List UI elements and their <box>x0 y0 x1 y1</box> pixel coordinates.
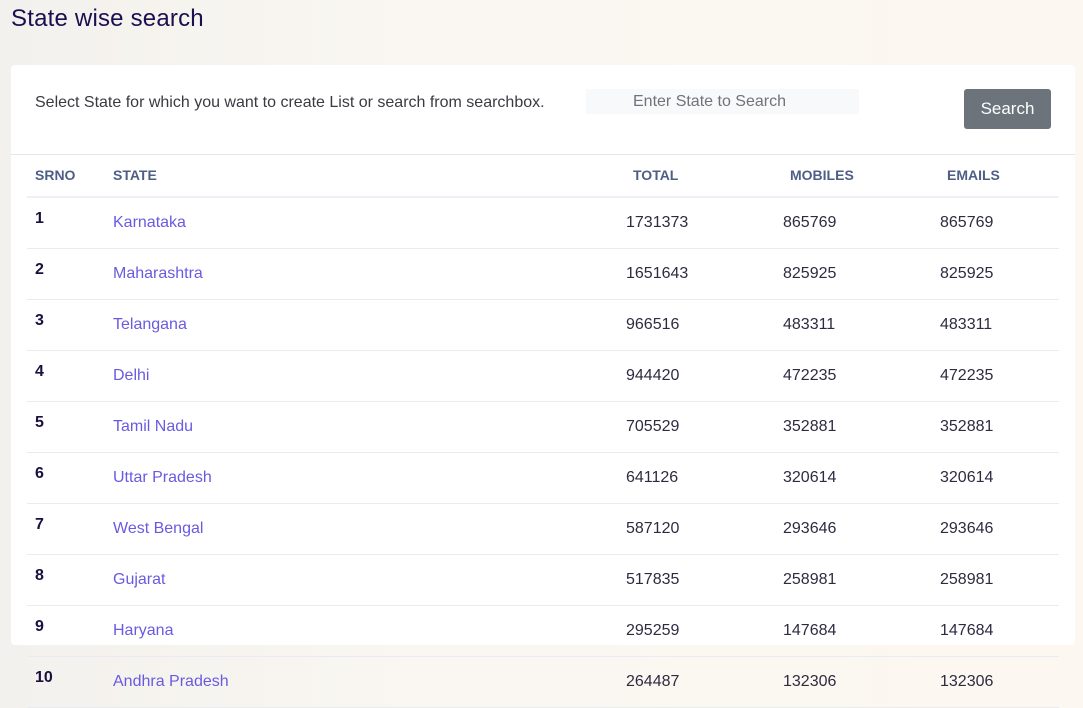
cell-mobiles: 293646 <box>783 503 940 555</box>
table-row: 1 Karnataka 1731373 865769 865769 <box>27 197 1059 249</box>
cell-state: Delhi <box>113 350 626 402</box>
state-link[interactable]: Gujarat <box>113 571 165 588</box>
cell-mobiles: 825925 <box>783 248 940 300</box>
cell-total: 517835 <box>626 554 783 606</box>
cell-total: 705529 <box>626 401 783 453</box>
search-button[interactable]: Search <box>964 89 1051 129</box>
state-link[interactable]: Uttar Pradesh <box>113 469 212 486</box>
state-link[interactable]: Haryana <box>113 622 173 639</box>
cell-emails: 825925 <box>940 248 1059 300</box>
cell-emails: 320614 <box>940 452 1059 504</box>
cell-total: 264487 <box>626 656 783 708</box>
cell-state: West Bengal <box>113 503 626 555</box>
cell-emails: 472235 <box>940 350 1059 402</box>
cell-total: 966516 <box>626 299 783 351</box>
cell-state: Gujarat <box>113 554 626 606</box>
cell-state: Uttar Pradesh <box>113 452 626 504</box>
cell-state: Maharashtra <box>113 248 626 300</box>
cell-mobiles: 352881 <box>783 401 940 453</box>
state-link[interactable]: Telangana <box>113 316 187 333</box>
cell-mobiles: 258981 <box>783 554 940 606</box>
cell-mobiles: 147684 <box>783 605 940 657</box>
cell-state: Haryana <box>113 605 626 657</box>
page-title: State wise search <box>11 5 204 32</box>
cell-state: Karnataka <box>113 197 626 249</box>
table-row: 4 Delhi 944420 472235 472235 <box>27 350 1059 402</box>
cell-emails: 865769 <box>940 197 1059 249</box>
state-link[interactable]: West Bengal <box>113 520 203 537</box>
cell-srno: 6 <box>27 452 113 504</box>
cell-mobiles: 483311 <box>783 299 940 351</box>
cell-mobiles: 865769 <box>783 197 940 249</box>
cell-emails: 352881 <box>940 401 1059 453</box>
cell-total: 587120 <box>626 503 783 555</box>
table-row: 5 Tamil Nadu 705529 352881 352881 <box>27 401 1059 453</box>
cell-mobiles: 132306 <box>783 656 940 708</box>
cell-srno: 10 <box>27 656 113 708</box>
state-search-card: Select State for which you want to creat… <box>11 65 1075 708</box>
table-row: 9 Haryana 295259 147684 147684 <box>27 605 1059 657</box>
cell-total: 641126 <box>626 452 783 504</box>
cell-total: 944420 <box>626 350 783 402</box>
cell-srno: 7 <box>27 503 113 555</box>
cell-mobiles: 320614 <box>783 452 940 504</box>
cell-emails: 147684 <box>940 605 1059 657</box>
table-row: 10 Andhra Pradesh 264487 132306 132306 <box>27 656 1059 708</box>
table-row: 3 Telangana 966516 483311 483311 <box>27 299 1059 351</box>
state-link[interactable]: Andhra Pradesh <box>113 673 229 690</box>
cell-srno: 3 <box>27 299 113 351</box>
table-header-row: SRNO STATE TOTAL MOBILES EMAILS <box>27 154 1059 198</box>
column-header-srno: SRNO <box>27 154 113 198</box>
search-bar: Select State for which you want to creat… <box>11 65 1075 155</box>
cell-total: 1731373 <box>626 197 783 249</box>
state-search-input[interactable] <box>586 89 859 114</box>
cell-srno: 9 <box>27 605 113 657</box>
table-body: 1 Karnataka 1731373 865769 865769 2 Maharashtr… <box>27 197 1059 708</box>
state-link[interactable]: Tamil Nadu <box>113 418 193 435</box>
cell-emails: 132306 <box>940 656 1059 708</box>
state-table: SRNO STATE TOTAL MOBILES EMAILS 1 Karnata… <box>27 154 1059 708</box>
state-link[interactable]: Karnataka <box>113 214 186 231</box>
search-instruction: Select State for which you want to creat… <box>35 94 545 111</box>
cell-srno: 1 <box>27 197 113 249</box>
column-header-emails: EMAILS <box>940 154 1059 198</box>
state-link[interactable]: Maharashtra <box>113 265 203 282</box>
cell-mobiles: 472235 <box>783 350 940 402</box>
column-header-total: TOTAL <box>626 154 783 198</box>
cell-emails: 483311 <box>940 299 1059 351</box>
table-row: 8 Gujarat 517835 258981 258981 <box>27 554 1059 606</box>
column-header-mobiles: MOBILES <box>783 154 940 198</box>
table-row: 2 Maharashtra 1651643 825925 825925 <box>27 248 1059 300</box>
cell-srno: 2 <box>27 248 113 300</box>
table-row: 6 Uttar Pradesh 641126 320614 320614 <box>27 452 1059 504</box>
cell-srno: 5 <box>27 401 113 453</box>
cell-srno: 8 <box>27 554 113 606</box>
state-link[interactable]: Delhi <box>113 367 149 384</box>
cell-state: Tamil Nadu <box>113 401 626 453</box>
cell-state: Andhra Pradesh <box>113 656 626 708</box>
cell-total: 295259 <box>626 605 783 657</box>
table-row: 7 West Bengal 587120 293646 293646 <box>27 503 1059 555</box>
cell-total: 1651643 <box>626 248 783 300</box>
cell-state: Telangana <box>113 299 626 351</box>
column-header-state: STATE <box>113 154 626 198</box>
cell-emails: 293646 <box>940 503 1059 555</box>
cell-srno: 4 <box>27 350 113 402</box>
cell-emails: 258981 <box>940 554 1059 606</box>
